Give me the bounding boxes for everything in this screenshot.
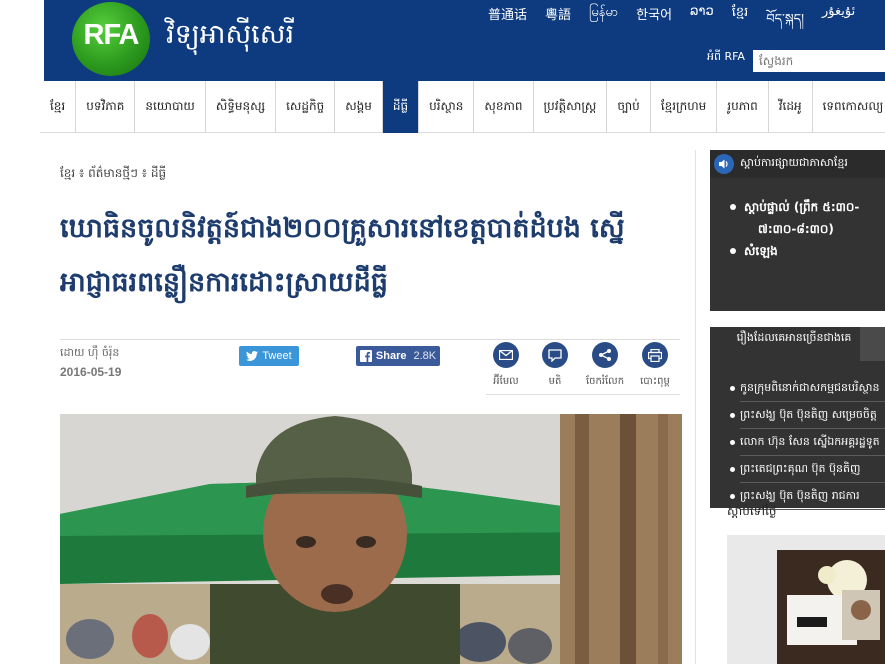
sidebar-promo-image[interactable] [727, 535, 885, 664]
share-action[interactable]: ចែករំលែក [585, 342, 625, 389]
tab-most-read[interactable]: រឿងដែលគេអានច្រើនជាងគេ [730, 327, 858, 361]
popular-item[interactable]: ព្រះតេជព្រះគុណ ប៊ុត ប៊ុនតិញ [730, 456, 885, 483]
action-divider [486, 394, 680, 395]
nav-item-video[interactable]: វីដេអូ [769, 81, 813, 133]
radio-list: ស្ដាប់ផ្ទាល់ (ព្រឹក ៥:៣០- [730, 196, 859, 218]
nav-item-history[interactable]: ប្រវត្តិសាស្ត្រ [534, 81, 608, 133]
nav-item-land[interactable]: ដីធ្លី [382, 81, 420, 133]
article-author: ដោយ ហ៊ឹ ចំរ៉ុន [60, 346, 120, 359]
nav-item-law[interactable]: ច្បាប់ [607, 81, 651, 133]
breadcrumb[interactable]: ខ្មែរ ៖ ព័ត៌មានថ្មីៗ ៖ ដីធ្លី [60, 165, 166, 183]
share-label-text: ចែករំលែក [585, 376, 625, 387]
language-bar: 普通话 粵語 မြန်မာ 한국어 ລາວ ខ្មែរ བོད་སྐད། ئۇي… [488, 4, 873, 41]
radio-audio-link[interactable]: សំឡេង [730, 240, 778, 262]
email-icon [493, 342, 519, 368]
nav-item-khmer[interactable]: ខ្មែរ [40, 81, 77, 133]
print-icon [642, 342, 668, 368]
email-action[interactable]: អ៊ីមែល [486, 342, 526, 389]
nav-item-khmer-rouge[interactable]: ខ្មែរក្រហម [651, 81, 718, 133]
byline-divider [60, 339, 680, 340]
tweet-button[interactable]: Tweet [239, 346, 299, 366]
speaker-icon [714, 154, 734, 174]
article-photo [60, 414, 682, 664]
print-action[interactable]: បោះពុម្ព [635, 342, 675, 389]
facebook-icon [359, 350, 372, 362]
twitter-bird-icon [246, 351, 259, 361]
site-title[interactable]: វិទ្យុអាស៊ីសេរី [166, 18, 294, 57]
lang-burmese[interactable]: မြန်မာ [589, 4, 618, 41]
share-label: Share [375, 350, 407, 362]
nav-item-health[interactable]: សុខភាព [474, 81, 534, 133]
nav-item-analysis[interactable]: បទវិភាគ [76, 81, 136, 133]
share-icon [592, 342, 618, 368]
comment-action[interactable]: មតិ [535, 342, 575, 389]
popular-item[interactable]: កូនក្រុមពិនោក់ជាសកម្មជនបរិស្ថាន [730, 375, 885, 402]
facebook-share-button[interactable]: Share 2.8K [356, 346, 440, 366]
popular-stories-box: រឿងដែលគេអានច្រើនជាងគេ កូនក្រុមពិនោក់ជាសក… [710, 327, 885, 510]
radio-list-2: សំឡេង [730, 240, 778, 262]
share-count: 2.8K [413, 350, 437, 362]
lang-lao[interactable]: ລາວ [690, 4, 714, 41]
email-label: អ៊ីមែល [493, 376, 519, 387]
nav-item-human-rights[interactable]: សិទ្ធិមនុស្ស [206, 81, 277, 133]
lang-uyghur[interactable]: ئۇيغۇر [822, 4, 855, 41]
lang-korean[interactable]: 한국어 [636, 4, 672, 41]
radio-live-times[interactable]: ៧:៣០-៨:៣០) [744, 218, 834, 240]
lang-khmer[interactable]: ខ្មែរ [732, 4, 749, 41]
logo-text[interactable]: RFA [76, 19, 146, 52]
tab-other[interactable] [860, 327, 885, 361]
radio-header: ស្ដាប់ការផ្សាយជាភាសាខ្មែរ [710, 150, 885, 178]
nav-item-environment[interactable]: បរិស្ថាន [419, 81, 475, 133]
sidebar-divider [695, 150, 696, 664]
print-label: បោះពុម្ព [640, 376, 670, 387]
lang-cantonese[interactable]: 粵語 [545, 4, 571, 41]
main-nav: ខ្មែរ បទវិភាគ នយោបាយ សិទ្ធិមនុស្ស សេដ្ឋក… [40, 81, 885, 133]
nav-item-talent[interactable]: ទេពកោសល្យ [813, 81, 885, 133]
nav-item-politics[interactable]: នយោបាយ [135, 81, 206, 133]
nav-item-photos[interactable]: រូបភាព [717, 81, 769, 133]
radio-title: ស្ដាប់ការផ្សាយជាភាសាខ្មែរ [740, 156, 848, 169]
radio-listen-box: ស្ដាប់ការផ្សាយជាភាសាខ្មែរ ស្ដាប់ផ្ទាល់ (… [710, 150, 885, 311]
search-input[interactable] [753, 50, 885, 72]
lang-tibetan[interactable]: བོད་སྐད། [766, 4, 804, 41]
popular-item[interactable]: ព្រះសង្ឃ ប៊ុត ប៊ុនតិញ សម្រេចចិត្ត [730, 402, 885, 429]
lang-mandarin[interactable]: 普通话 [488, 4, 527, 41]
tweet-label: Tweet [262, 350, 292, 362]
comment-label: មតិ [548, 376, 562, 387]
article-date: 2016-05-19 [60, 365, 122, 379]
popular-item[interactable]: លោក ហ៊ុន សែន ស្នើឯកអគ្គរដ្ឋទូត [730, 429, 885, 456]
site-header: RFA វិទ្យុអាស៊ីសេរី 普通话 粵語 မြန်မာ 한국어 ລາ… [44, 0, 885, 81]
nav-item-economy[interactable]: សេដ្ឋកិច្ច [276, 81, 336, 133]
comment-icon [542, 342, 568, 368]
nav-item-society[interactable]: សង្គម [335, 81, 383, 133]
radio-live-link[interactable]: ស្ដាប់ផ្ទាល់ (ព្រឹក ៥:៣០- [730, 196, 859, 218]
about-rfa-link[interactable]: អំពី RFA [707, 50, 745, 66]
article-headline: ឃោធិនចូលនិវត្តន៍ជាង២០០គ្រួសារនៅខេត្តបាត់… [60, 213, 625, 298]
popular-list: កូនក្រុមពិនោក់ជាសកម្មជនបរិស្ថាន ព្រះសង្ឃ… [730, 375, 885, 510]
sidebar-section-label: ស្ដាប់ទៅថ្ងៃ [727, 504, 777, 518]
